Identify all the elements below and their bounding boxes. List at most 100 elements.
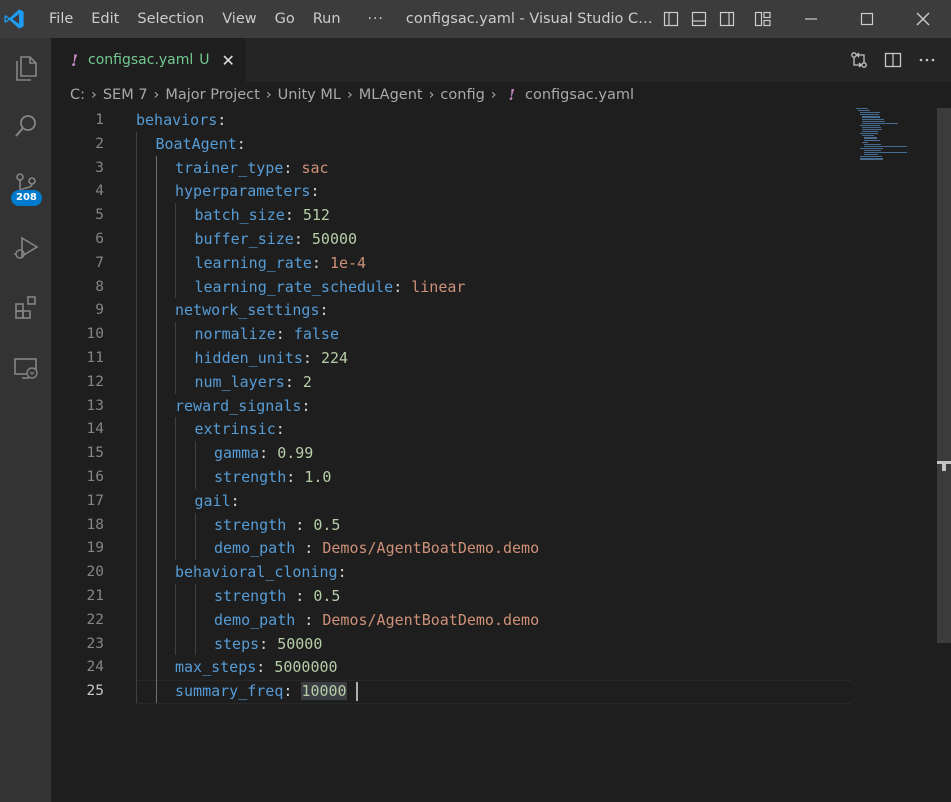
breadcrumb-item[interactable]: MLAgent [359, 87, 423, 103]
code-line[interactable]: behavioral_cloning: [175, 560, 347, 584]
line-number: 10 [86, 326, 104, 343]
code-line[interactable]: demo_path : Demos/AgentBoatDemo.demo [214, 536, 539, 560]
yaml-key: normalize [194, 325, 276, 344]
split-editor-icon[interactable] [883, 50, 903, 70]
yaml-key: demo_path [214, 539, 296, 558]
window-title: configsac.yaml - Visual Studio Code... [405, 11, 654, 27]
code-line[interactable]: strength: 1.0 [214, 465, 331, 489]
compare-changes-icon[interactable] [849, 50, 869, 70]
minimap-line [862, 141, 868, 143]
yaml-value: Demos/AgentBoatDemo.demo [322, 539, 540, 558]
tab-close-icon[interactable]: ✕ [222, 51, 235, 70]
explorer-icon[interactable] [0, 44, 51, 92]
yaml-separator: : [283, 682, 302, 701]
minimap-line [864, 152, 908, 154]
line-number: 24 [86, 659, 104, 676]
code-line[interactable]: behaviors: [136, 108, 226, 132]
code-line[interactable]: gamma: 0.99 [214, 441, 313, 465]
minimap-line [862, 135, 874, 137]
code-line[interactable]: trainer_type: sac [175, 156, 329, 180]
code-line[interactable]: strength : 0.5 [214, 513, 340, 537]
indent-guide [175, 584, 176, 656]
chevron-right-icon: › [153, 87, 160, 103]
breadcrumb-file[interactable]: configsac.yaml [525, 87, 634, 103]
yaml-value: 10000 [301, 682, 347, 701]
layout-sidebar-left-icon[interactable] [662, 10, 680, 28]
source-control-badge: 208 [11, 190, 42, 206]
code-line[interactable]: buffer_size: 50000 [195, 227, 358, 251]
yaml-separator: : [283, 158, 302, 177]
breadcrumb-item[interactable]: Unity ML [278, 87, 341, 103]
code-line[interactable]: num_layers: 2 [195, 370, 312, 394]
extensions-icon[interactable] [0, 284, 51, 332]
code-line[interactable]: gail: [195, 489, 240, 513]
minimize-icon[interactable] [783, 0, 839, 38]
code-editor[interactable]: 1 2 3 4 5 6 7 8 9 10 11 12 13 14 15 16 17 18 19 20 21 22 23 24 2… [51, 108, 951, 802]
vscode-logo-icon [0, 0, 28, 38]
customize-layout-icon[interactable] [754, 10, 772, 28]
minimap-line [862, 122, 898, 124]
more-actions-icon[interactable] [917, 50, 937, 70]
code-line[interactable]: demo_path : Demos/AgentBoatDemo.demo [214, 608, 539, 632]
yaml-separator: : [230, 491, 240, 510]
layout-sidebar-right-icon[interactable] [718, 10, 736, 28]
yaml-key: network_settings [175, 301, 320, 320]
code-line[interactable]: strength : 0.5 [214, 584, 340, 608]
yaml-value: 50000 [277, 634, 323, 653]
yaml-key: summary_freq [175, 682, 284, 701]
chevron-right-icon: › [265, 87, 272, 103]
code-line[interactable]: reward_signals: [175, 394, 310, 418]
chevron-right-icon: › [91, 87, 97, 103]
tab-configsac-yaml[interactable]: ! configsac.yaml U ✕ [51, 38, 246, 82]
code-line[interactable]: batch_size: 512 [195, 203, 330, 227]
minimap-line [860, 133, 878, 135]
yaml-separator: : [236, 134, 246, 153]
yaml-separator: : [259, 634, 278, 653]
menu-run[interactable]: Run [304, 0, 350, 38]
menu-view[interactable]: View [213, 0, 265, 38]
indent-guide [175, 203, 176, 299]
breadcrumb-item[interactable]: Major Project [165, 87, 259, 103]
vertical-scrollbar[interactable] [934, 108, 951, 802]
close-window-icon[interactable] [895, 0, 951, 38]
code-line[interactable]: hidden_units: 224 [195, 346, 349, 370]
code-line[interactable]: normalize: false [195, 322, 340, 346]
menu-go[interactable]: Go [266, 0, 304, 38]
yaml-separator: : [256, 658, 275, 677]
yaml-separator: : [286, 515, 314, 534]
breadcrumb-item[interactable]: C: [70, 87, 85, 103]
remote-explorer-icon[interactable] [0, 344, 51, 392]
breadcrumb-item[interactable]: config [440, 87, 484, 103]
menu-more[interactable]: ··· [350, 0, 398, 38]
line-number: 25 [86, 683, 104, 700]
breadcrumb-item[interactable]: SEM 7 [103, 87, 148, 103]
menu-selection[interactable]: Selection [128, 0, 213, 38]
layout-panel-icon[interactable] [690, 10, 708, 28]
line-number: 22 [86, 611, 104, 628]
code-line[interactable]: max_steps: 5000000 [175, 655, 338, 679]
code-line[interactable]: extrinsic: [195, 417, 285, 441]
run-debug-icon[interactable] [0, 224, 51, 272]
menu-file[interactable]: File [40, 0, 82, 38]
code-line[interactable]: summary_freq: 10000 [175, 679, 347, 703]
minimap-line [860, 147, 883, 150]
minimap-line [858, 110, 870, 112]
source-control-icon[interactable]: 208 [0, 162, 51, 210]
minimap-line [860, 158, 883, 160]
code-line[interactable]: BoatAgent: [156, 132, 246, 156]
search-icon[interactable] [0, 102, 51, 150]
code-line[interactable]: steps: 50000 [214, 632, 322, 656]
maximize-icon[interactable] [839, 0, 895, 38]
indent-guide [155, 155, 157, 703]
code-line[interactable]: learning_rate: 1e-4 [195, 251, 367, 275]
line-number: 12 [86, 373, 104, 390]
yaml-key: batch_size [194, 206, 285, 225]
code-line[interactable]: hyperparameters: [175, 179, 320, 203]
minimap[interactable] [856, 108, 936, 168]
code-line[interactable]: network_settings: [175, 298, 329, 322]
code-line[interactable]: learning_rate_schedule: linear [195, 275, 466, 299]
yaml-separator: : [295, 539, 323, 558]
menu-edit[interactable]: Edit [82, 0, 128, 38]
scrollbar-thumb[interactable] [937, 108, 951, 643]
editor-actions [849, 38, 937, 82]
